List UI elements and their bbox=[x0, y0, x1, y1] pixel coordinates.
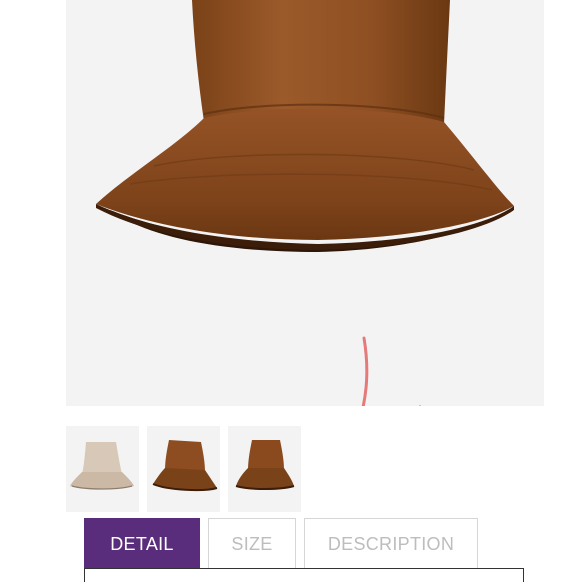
beige-bucket-hat-icon bbox=[70, 442, 134, 490]
tab-description[interactable]: DESCRIPTION bbox=[304, 518, 478, 570]
product-main-image[interactable] bbox=[66, 0, 544, 406]
product-page: DETAIL SIZE DESCRIPTION bbox=[0, 0, 582, 582]
brown-suede-bucket-hat-icon bbox=[152, 440, 218, 492]
tab-size[interactable]: SIZE bbox=[208, 518, 296, 570]
handwritten-l-mark bbox=[361, 336, 422, 406]
thumbnail-strip bbox=[66, 426, 301, 512]
thumbnail-brown-hat-front[interactable] bbox=[147, 426, 220, 512]
tab-content-panel bbox=[84, 568, 524, 582]
brown-suede-bucket-hat-icon bbox=[235, 440, 295, 490]
tab-detail[interactable]: DETAIL bbox=[84, 518, 200, 570]
thumbnail-brown-hat-side[interactable] bbox=[228, 426, 301, 512]
product-info-tabs: DETAIL SIZE DESCRIPTION bbox=[84, 518, 478, 570]
bucket-hat-illustration bbox=[96, 0, 514, 406]
thumbnail-beige-hat[interactable] bbox=[66, 426, 139, 512]
